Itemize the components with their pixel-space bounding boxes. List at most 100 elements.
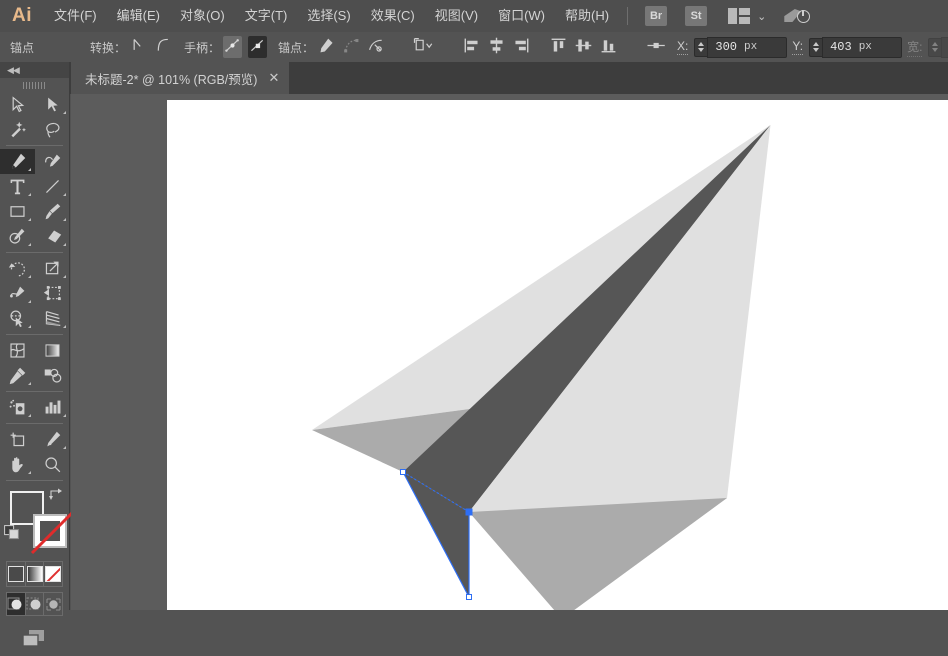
rotate-tool[interactable] <box>0 256 35 281</box>
transform-handle-icon[interactable] <box>642 36 672 58</box>
magic-wand-tool[interactable] <box>0 117 35 142</box>
menu-edit[interactable]: 编辑(E) <box>107 0 170 32</box>
align-horizontal-center-icon[interactable] <box>487 36 506 58</box>
flyout-corner-icon <box>63 275 66 278</box>
gradient-mode[interactable] <box>26 562 45 586</box>
direct-selection-tool[interactable] <box>35 92 70 117</box>
draw-behind-mode[interactable] <box>26 593 45 615</box>
paper-airplane-illustration[interactable] <box>167 100 948 610</box>
app-logo: Ai <box>0 5 44 27</box>
menu-object[interactable]: 对象(O) <box>170 0 235 32</box>
column-graph-tool[interactable] <box>35 395 70 420</box>
menu-type[interactable]: 文字(T) <box>235 0 298 32</box>
eyedropper-tool[interactable] <box>0 363 35 388</box>
rectangle-tool[interactable] <box>0 199 35 224</box>
width-tool[interactable] <box>0 281 35 306</box>
zoom-tool[interactable] <box>35 452 70 477</box>
perspective-grid-tool[interactable] <box>35 306 70 331</box>
artboard-tool[interactable] <box>0 427 35 452</box>
flyout-corner-icon <box>63 325 66 328</box>
line-segment-tool[interactable] <box>35 174 70 199</box>
tool-divider-3 <box>6 334 63 335</box>
canvas-area[interactable] <box>71 94 948 610</box>
align-vertical-center-icon[interactable] <box>574 36 593 58</box>
default-fill-stroke-icon[interactable] <box>4 525 20 540</box>
symbol-sprayer-tool[interactable] <box>0 395 35 420</box>
mesh-tool[interactable] <box>0 338 35 363</box>
scale-tool[interactable] <box>35 256 70 281</box>
draw-normal-mode[interactable] <box>7 593 26 615</box>
workspace-grid-icon <box>728 8 750 24</box>
color-mode[interactable] <box>7 562 26 586</box>
menu-effect[interactable]: 效果(C) <box>361 0 425 32</box>
isolate-selected-icon[interactable] <box>410 36 438 58</box>
menu-file[interactable]: 文件(F) <box>44 0 107 32</box>
pen-tool[interactable] <box>0 149 35 174</box>
remove-anchor-icon[interactable] <box>317 36 336 58</box>
eraser-tool[interactable] <box>35 224 70 249</box>
shaper-tool[interactable] <box>0 224 35 249</box>
paintbrush-tool[interactable] <box>35 199 70 224</box>
cc-power-shape <box>797 10 810 23</box>
cut-path-icon[interactable] <box>367 36 386 58</box>
anchor-point-3[interactable] <box>466 594 472 600</box>
x-stepper[interactable] <box>694 38 707 57</box>
menu-view[interactable]: 视图(V) <box>425 0 488 32</box>
selection-tool[interactable] <box>0 92 35 117</box>
bridge-launch-button[interactable]: Br <box>645 6 667 26</box>
tool-group-transform <box>0 256 69 331</box>
curvature-tool[interactable] <box>35 149 70 174</box>
gradient-tool[interactable] <box>35 338 70 363</box>
menu-select[interactable]: 选择(S) <box>297 0 360 32</box>
y-stepper[interactable] <box>809 38 822 57</box>
lasso-tool[interactable] <box>35 117 70 142</box>
convert-to-corner-icon[interactable] <box>129 36 148 58</box>
close-icon[interactable]: ✕ <box>268 70 279 86</box>
control-bar: 锚点 转换： 手柄： 锚点： <box>0 32 948 62</box>
align-top-icon[interactable] <box>549 36 568 58</box>
handles-label: 手柄： <box>184 39 220 56</box>
x-input[interactable]: 300 px <box>707 37 787 58</box>
workspace-switcher[interactable]: ⌄ <box>728 8 766 24</box>
collapse-panel-icon[interactable]: ◀◀ <box>7 65 19 76</box>
menu-window[interactable]: 窗口(W) <box>488 0 555 32</box>
stock-launch-button[interactable]: St <box>685 6 707 26</box>
tools-panel-header[interactable]: ◀◀ <box>0 62 69 78</box>
align-left-icon[interactable] <box>462 36 481 58</box>
anchor-point-1[interactable] <box>400 469 406 475</box>
menu-help[interactable]: 帮助(H) <box>555 0 619 32</box>
none-mode[interactable] <box>44 562 62 586</box>
x-position-field[interactable]: X: 300 px <box>675 37 787 58</box>
type-tool[interactable] <box>0 174 35 199</box>
show-handles-icon[interactable] <box>223 36 242 58</box>
flyout-corner-icon <box>28 414 31 417</box>
blend-tool[interactable] <box>35 363 70 388</box>
change-screen-mode[interactable] <box>0 622 69 656</box>
slice-tool[interactable] <box>35 427 70 452</box>
hand-tool[interactable] <box>0 452 35 477</box>
draw-inside-mode[interactable] <box>44 593 62 615</box>
creative-cloud-icon[interactable] <box>784 7 810 25</box>
shape-builder-tool[interactable] <box>0 306 35 331</box>
flyout-corner-icon <box>28 243 31 246</box>
flyout-corner-icon <box>28 325 31 328</box>
width-label: 宽: <box>907 38 922 57</box>
align-right-icon[interactable] <box>512 36 531 58</box>
swap-fill-stroke-icon[interactable] <box>49 487 63 500</box>
tool-divider-6 <box>6 480 63 481</box>
airplane-faces <box>312 125 771 610</box>
y-input[interactable]: 403 px <box>822 37 902 58</box>
draw-inside-icon <box>45 597 62 612</box>
hide-handles-icon[interactable] <box>248 36 267 58</box>
screen-mode-icon <box>20 628 50 650</box>
stroke-swatch[interactable] <box>33 514 67 548</box>
panel-grip-icon[interactable] <box>0 78 69 92</box>
align-bottom-icon[interactable] <box>599 36 618 58</box>
anchor-point-2[interactable] <box>466 509 473 516</box>
document-tab[interactable]: 未标题-2* @ 101% (RGB/预览) ✕ <box>71 62 289 94</box>
artboard[interactable] <box>167 100 948 610</box>
convert-to-smooth-icon[interactable] <box>154 36 173 58</box>
flyout-corner-icon <box>28 382 31 385</box>
y-position-field[interactable]: Y: 403 px <box>790 37 902 58</box>
free-transform-tool[interactable] <box>35 281 70 306</box>
